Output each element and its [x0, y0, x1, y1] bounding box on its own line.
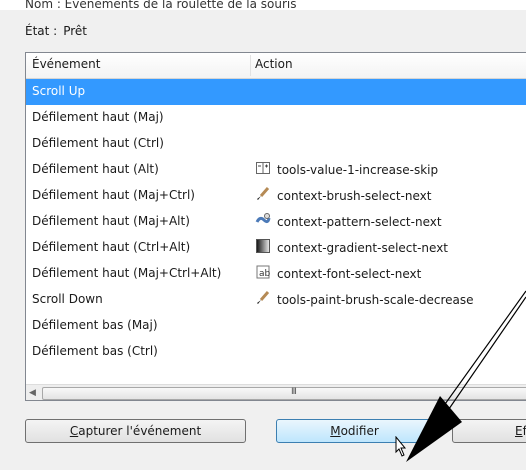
column-separator[interactable] — [250, 55, 251, 76]
event-cell: Scroll Up — [32, 84, 86, 98]
action-cell: tools-paint-brush-scale-decrease — [255, 290, 474, 308]
erase-button[interactable]: Effa — [452, 419, 526, 443]
action-cell: context-gradient-select-next — [255, 238, 449, 256]
column-header-action[interactable]: Action — [255, 57, 293, 71]
brush-icon — [255, 290, 271, 306]
event-cell: Défilement bas (Ctrl) — [32, 344, 158, 358]
action-cell: context-pattern-select-next — [255, 212, 442, 230]
scroll-left-arrow-icon[interactable]: ◀ — [29, 388, 39, 398]
list-item[interactable]: Défilement bas (Maj) — [26, 313, 526, 339]
modify-button[interactable]: Modifier — [276, 419, 433, 443]
event-cell: Défilement haut (Maj) — [32, 110, 164, 124]
list-item[interactable]: Défilement haut (Maj) — [26, 105, 526, 131]
scrollbar-thumb[interactable]: III — [42, 387, 526, 400]
horizontal-scrollbar[interactable]: ◀ III — [26, 384, 526, 400]
mouse-cursor-icon — [395, 436, 407, 457]
list-item[interactable]: Défilement haut (Ctrl) — [26, 131, 526, 157]
pattern-icon — [255, 212, 271, 228]
capture-mnemonic: C — [69, 424, 79, 438]
modify-mnemonic: M — [330, 424, 341, 438]
action-label: tools-value-1-increase-skip — [277, 163, 439, 177]
gradient-icon — [255, 238, 271, 254]
name-label: Nom : Événements de la roulette de la so… — [25, 0, 297, 11]
event-cell: Défilement haut (Maj+Alt) — [32, 214, 190, 228]
state-value: Prêt — [63, 24, 87, 38]
events-list[interactable]: Événement Action Scroll Up Défilement hau… — [25, 52, 526, 401]
font-icon: ab — [255, 264, 271, 280]
action-label: context-brush-select-next — [277, 189, 432, 203]
svg-text:ab: ab — [259, 269, 271, 279]
scrollbar-grip: III — [291, 387, 297, 397]
brush-icon — [255, 186, 271, 202]
list-item[interactable]: Scroll Up — [26, 79, 526, 105]
value-icon — [255, 160, 271, 176]
erase-label: ffa — [522, 424, 526, 438]
state-label: État : — [25, 24, 58, 38]
list-item[interactable]: Défilement bas (Ctrl) — [26, 339, 526, 365]
list-item[interactable]: Défilement haut (Alt) tools-value-1-incre… — [26, 157, 526, 183]
action-cell: ab context-font-select-next — [255, 264, 422, 282]
event-cell: Scroll Down — [32, 292, 103, 306]
list-header: Événement Action — [26, 53, 526, 79]
action-cell: context-brush-select-next — [255, 186, 432, 204]
event-cell: Défilement bas (Maj) — [32, 318, 158, 332]
erase-mnemonic: E — [515, 424, 523, 438]
capture-label: apturer l'événement — [78, 424, 202, 438]
list-item[interactable]: Défilement haut (Maj+Ctrl) context-brush-… — [26, 183, 526, 209]
column-header-event[interactable]: Événement — [32, 57, 100, 71]
event-cell: Défilement haut (Ctrl) — [32, 136, 164, 150]
action-label: context-font-select-next — [277, 267, 422, 281]
action-label: tools-paint-brush-scale-decrease — [277, 293, 474, 307]
capture-event-button[interactable]: Capturer l'événement — [25, 419, 246, 443]
event-cell: Défilement haut (Maj+Ctrl) — [32, 188, 195, 202]
list-item[interactable]: Défilement haut (Ctrl+Alt) context-gradie… — [26, 235, 526, 261]
state-line: État : Prêt — [25, 24, 87, 38]
modify-label: odifier — [340, 424, 379, 438]
action-cell: tools-value-1-increase-skip — [255, 162, 438, 178]
event-cell: Défilement haut (Alt) — [32, 162, 159, 176]
event-cell: Défilement haut (Maj+Ctrl+Alt) — [32, 266, 222, 280]
event-cell: Défilement haut (Ctrl+Alt) — [32, 240, 191, 254]
action-label: context-pattern-select-next — [277, 215, 442, 229]
list-item[interactable]: Défilement haut (Maj+Alt) context-pattern… — [26, 209, 526, 235]
action-label: context-gradient-select-next — [277, 241, 449, 255]
list-item[interactable]: Défilement haut (Maj+Ctrl+Alt) ab context-… — [26, 261, 526, 287]
list-item[interactable]: Scroll Down tools-paint-brush-scale-decre… — [26, 287, 526, 313]
